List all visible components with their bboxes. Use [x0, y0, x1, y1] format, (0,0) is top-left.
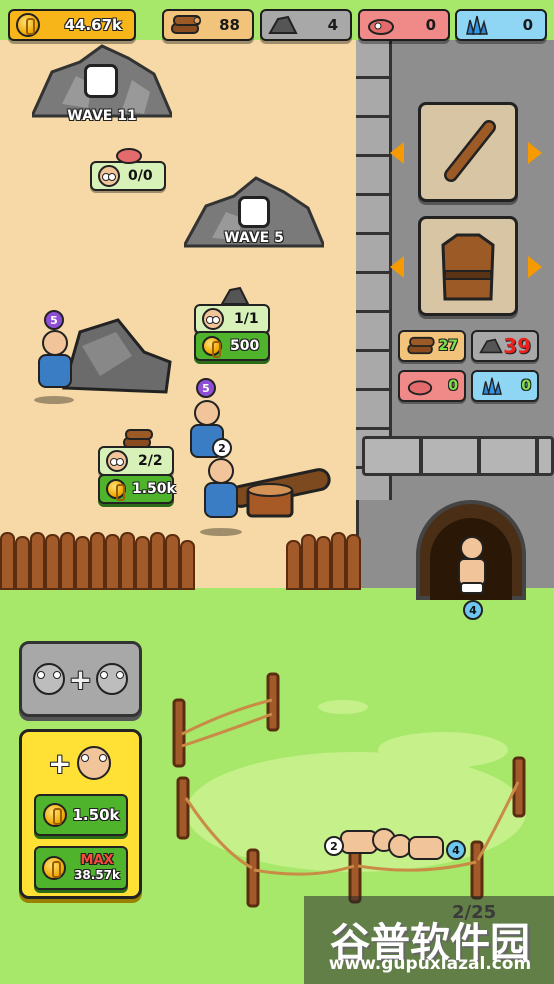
weapon-slot[interactable] [418, 102, 518, 202]
worker-face-icon [77, 746, 112, 780]
hire-miner-button[interactable]: 500 [194, 331, 270, 361]
level-badge: 5 [196, 378, 216, 398]
coin-counter: 44.67k [8, 9, 136, 41]
wooden-palisade-left [0, 530, 198, 590]
prev-armor-arrow[interactable] [390, 256, 404, 278]
meat-icon [116, 148, 142, 164]
wave11-label: WAVE 11 [67, 108, 137, 124]
upgrade-cost-crystal: 0 [471, 370, 539, 402]
next-weapon-arrow[interactable] [528, 142, 542, 164]
upgrade-cost-stone: 39 [471, 330, 539, 362]
armor-slot[interactable] [418, 216, 518, 316]
meat-icon [407, 380, 433, 396]
mine-workers-badge: 1/1 [194, 304, 270, 334]
stone-icon [479, 338, 503, 354]
workers-count: 0/0 [128, 168, 153, 184]
worker-face-icon [32, 663, 65, 695]
meat-amount: 0 [425, 16, 436, 34]
level-badge: 5 [44, 310, 64, 330]
recruit-character[interactable] [452, 536, 492, 600]
castle-battlement [362, 436, 554, 476]
merge-workers-button[interactable]: + [19, 641, 142, 717]
wood-log-icon [407, 336, 435, 355]
coin-icon [16, 13, 40, 37]
lock-icon [238, 196, 270, 228]
worker-face-icon [202, 308, 224, 330]
next-armor-arrow[interactable] [528, 256, 542, 278]
wood-counter: 88 [162, 9, 254, 41]
coin-icon [106, 479, 126, 501]
crystal-counter: 0 [455, 9, 547, 41]
hire-max-button[interactable]: MAX 38.57k [34, 846, 128, 890]
workers-count: 1/1 [234, 311, 259, 327]
mine-workers-badge: 0/0 [90, 161, 166, 191]
coin-icon [42, 803, 67, 827]
hire-cost: 500 [230, 338, 260, 354]
wooden-sword-icon [444, 120, 496, 182]
wave5-label: WAVE 5 [224, 230, 284, 246]
max-label: MAX [80, 853, 114, 869]
hire-plus: + [48, 746, 72, 780]
hire-cost: 1.50k [132, 481, 176, 497]
miner-character[interactable] [30, 330, 80, 406]
level-badge: 4 [463, 600, 483, 620]
crystal-icon [482, 377, 502, 395]
cost-value: 27 [438, 338, 458, 354]
level-badge: 4 [446, 840, 466, 860]
hire-worker-button[interactable]: 1.50k [34, 794, 128, 836]
rope-pen [172, 672, 526, 908]
cost-value: 0 [448, 378, 458, 394]
meat-icon [368, 19, 394, 35]
coin-icon [202, 336, 222, 358]
sleeping-worker[interactable] [340, 824, 396, 860]
crystal-amount: 0 [522, 16, 533, 34]
cost-value: 39 [503, 334, 531, 358]
meat-counter: 0 [358, 9, 450, 41]
worker-face-icon [106, 450, 128, 472]
stone-counter: 4 [260, 9, 352, 41]
wood-amount: 88 [219, 16, 240, 34]
sleeping-worker[interactable] [388, 830, 448, 864]
level-badge: 2 [212, 438, 232, 458]
cost-value: 0 [521, 378, 531, 394]
stone-icon [268, 15, 298, 34]
max-cost: 38.57k [74, 867, 120, 882]
lumberjack-character[interactable] [196, 456, 246, 536]
wood-log-icon [171, 15, 201, 34]
locked-mine-wave11[interactable]: WAVE 11 [29, 44, 175, 124]
stone-icon [220, 286, 250, 305]
prev-weapon-arrow[interactable] [390, 142, 404, 164]
castle-stones [356, 40, 392, 500]
crystal-icon [466, 15, 488, 35]
lock-icon [84, 64, 118, 98]
coin-icon [42, 856, 66, 880]
wooden-palisade-right [286, 530, 364, 590]
worker-face-icon [96, 663, 129, 695]
hire-lumberjack-button[interactable]: 1.50k [98, 474, 176, 504]
hire-worker-panel: + 1.50k MAX 38.57k [19, 729, 142, 899]
worker-face-icon [98, 165, 120, 187]
upgrade-cost-meat: 0 [398, 370, 466, 402]
level-badge: 2 [324, 836, 344, 856]
locked-mine-wave5[interactable]: WAVE 5 [181, 174, 327, 254]
watermark-url: www.gupuxlazal.com [328, 954, 532, 974]
leather-armor-icon [441, 233, 495, 301]
stone-amount: 4 [327, 16, 338, 34]
hire-worker-cost: 1.50k [72, 806, 120, 824]
workers-count: 2/2 [138, 453, 163, 469]
mine-workers-badge: 2/2 [98, 446, 174, 476]
upgrade-cost-wood: 27 [398, 330, 466, 362]
coin-amount: 44.67k [64, 16, 122, 34]
hire-worker-header: + [48, 746, 112, 780]
merge-plus: + [68, 662, 93, 696]
